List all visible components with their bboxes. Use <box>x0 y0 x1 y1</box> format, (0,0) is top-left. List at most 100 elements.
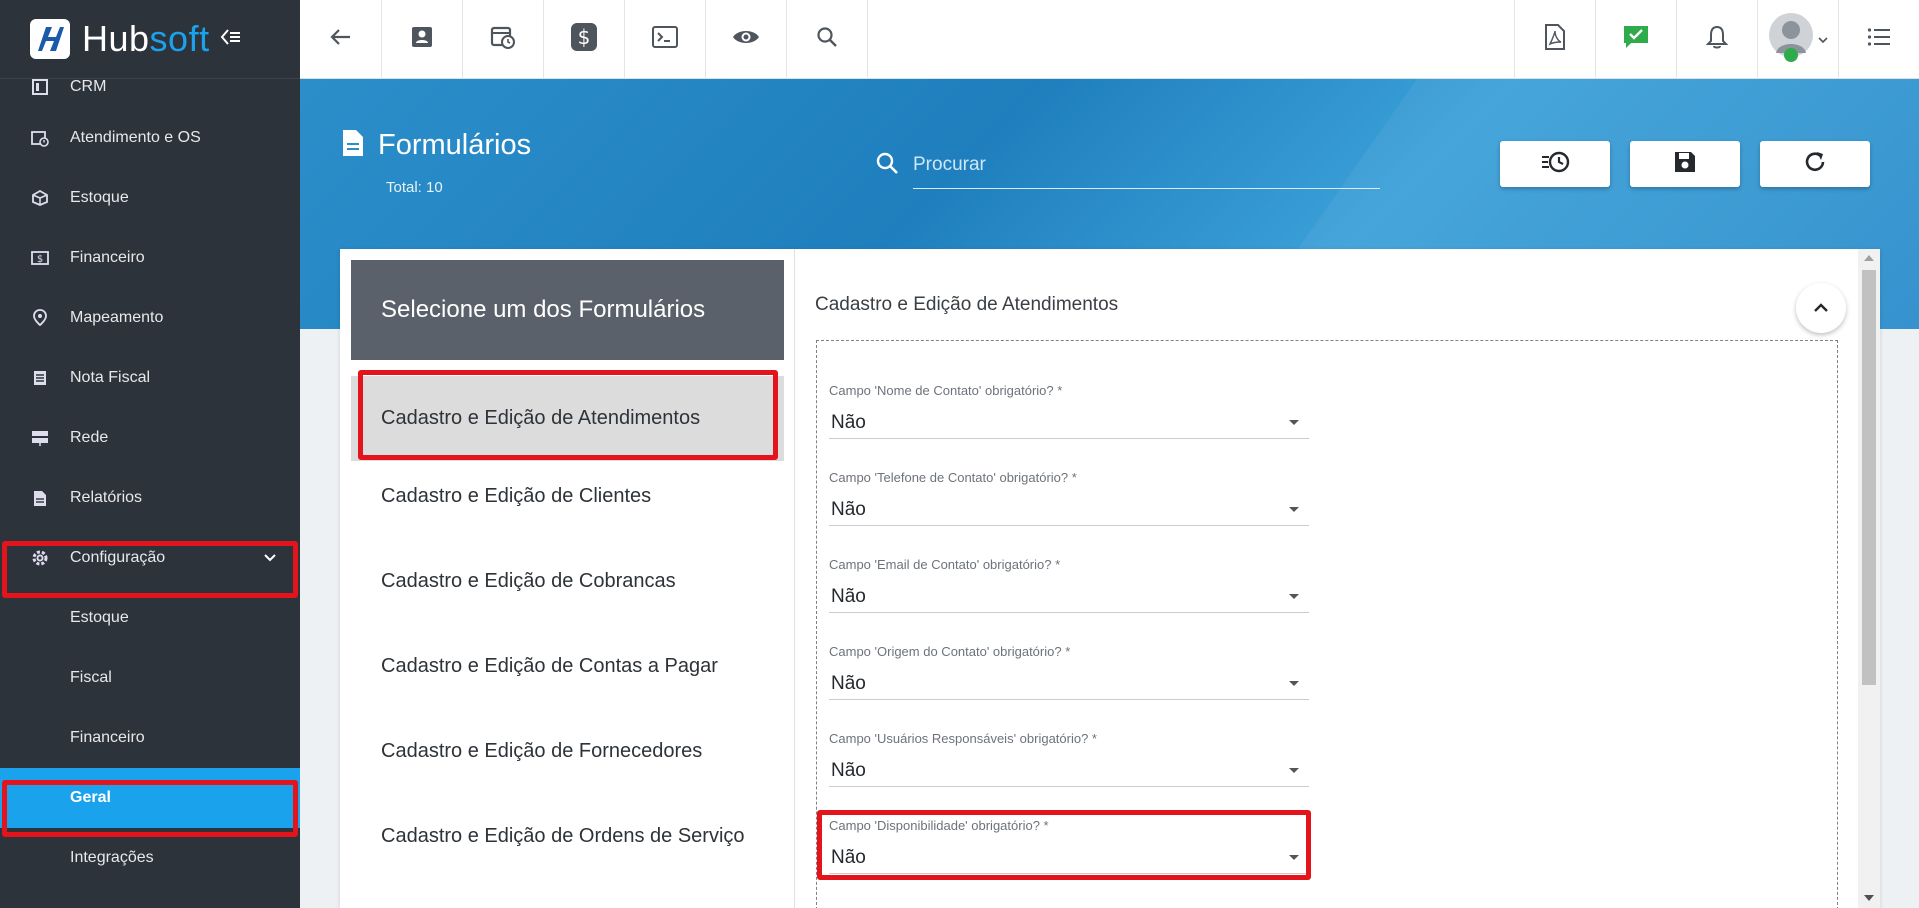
caret-down-icon <box>1289 594 1299 599</box>
sidebar-item-mapeamento[interactable]: Mapeamento <box>0 288 300 348</box>
select-value: Não <box>831 846 866 868</box>
sidebar-subitem-integracoes[interactable]: Integrações <box>0 828 300 888</box>
form-item-contas-pagar[interactable]: Cadastro e Edição de Contas a Pagar <box>351 624 784 709</box>
document-icon <box>342 129 364 162</box>
sidebar-subitem-geral[interactable]: Geral <box>0 768 300 828</box>
scroll-down-icon[interactable] <box>1864 895 1874 901</box>
select-value: Não <box>831 585 866 607</box>
forms-list-title: Selecione um dos Formulários <box>351 260 784 360</box>
sidebar-item-label: Financeiro <box>70 249 145 266</box>
refresh-button[interactable] <box>1760 141 1870 187</box>
sidebar-item-crm[interactable]: CRM <box>0 77 300 97</box>
crm-board-icon <box>30 77 50 97</box>
list-menu-button[interactable] <box>1838 0 1919 79</box>
form-item-ordens-servico[interactable]: Cadastro e Edição de Ordens de Serviço <box>351 794 784 879</box>
pdf-button[interactable] <box>1514 0 1595 79</box>
sidebar-item-rede[interactable]: Rede <box>0 408 300 468</box>
caret-down-icon <box>1289 420 1299 425</box>
hubsoft-logo-icon[interactable] <box>30 19 70 59</box>
notifications-button[interactable] <box>1676 0 1757 79</box>
contacts-button[interactable] <box>382 0 463 79</box>
form-detail-title: Cadastro e Edição de Atendimentos <box>815 294 1119 315</box>
field-label: Campo 'Origem do Contato' obrigatório? * <box>829 644 1071 659</box>
box-icon <box>30 188 50 208</box>
sidebar-subitem-label: Geral <box>70 789 111 806</box>
search-bar <box>875 141 1380 189</box>
view-button[interactable] <box>706 0 787 79</box>
topbar: $ <box>300 0 1919 79</box>
sidebar-item-label: CRM <box>70 78 107 95</box>
fields-container: Campo 'Nome de Contato' obrigatório? * N… <box>816 340 1838 908</box>
sidebar-item-atendimento[interactable]: Atendimento e OS <box>0 108 300 168</box>
field-label: Campo 'Usuários Responsáveis' obrigatóri… <box>829 731 1097 746</box>
brand-name: Hubsoft <box>82 18 210 60</box>
field-label: Campo 'Email de Contato' obrigatório? * <box>829 557 1061 572</box>
tasks-button[interactable] <box>1595 0 1676 79</box>
eye-icon <box>732 28 760 51</box>
svg-text:$: $ <box>578 25 591 49</box>
back-button[interactable] <box>300 0 382 79</box>
sidebar-subitem-financeiro[interactable]: Financeiro <box>0 708 300 768</box>
dollar-icon: $ <box>570 22 598 57</box>
sidebar-item-configuracao[interactable]: Configuração <box>0 528 300 588</box>
field-label: Campo 'Disponibilidade' obrigatório? * <box>829 818 1049 833</box>
topbar-right <box>1514 0 1919 79</box>
money-icon: $ <box>30 248 50 268</box>
brand-name-soft: soft <box>149 18 210 59</box>
email-contato-select[interactable]: Não <box>829 581 1309 613</box>
save-button[interactable] <box>1630 141 1740 187</box>
collapse-menu-icon[interactable] <box>220 26 242 52</box>
sidebar-item-label: Nota Fiscal <box>70 369 151 386</box>
terminal-button[interactable] <box>625 0 706 79</box>
search-underline <box>913 188 1380 189</box>
page-title: Formulários <box>342 129 531 162</box>
caret-down-icon <box>1289 855 1299 860</box>
caret-down-icon <box>1289 768 1299 773</box>
field-label: Campo 'Nome de Contato' obrigatório? * <box>829 383 1063 398</box>
scrollbar[interactable] <box>1858 249 1880 908</box>
sidebar-subitem-estoque[interactable]: Estoque <box>0 588 300 648</box>
invoice-icon <box>30 368 50 388</box>
forms-card: Selecione um dos Formulários Cadastro e … <box>340 249 1880 908</box>
form-item-atendimentos[interactable]: Cadastro e Edição de Atendimentos <box>351 376 784 461</box>
floppy-disk-icon <box>1674 151 1696 178</box>
user-menu-button[interactable] <box>1757 0 1838 79</box>
bell-icon <box>1705 25 1729 54</box>
form-item-clientes[interactable]: Cadastro e Edição de Clientes <box>351 454 784 539</box>
history-button[interactable] <box>1500 141 1610 187</box>
field-disponibilidade: Campo 'Disponibilidade' obrigatório? * N… <box>829 818 1309 874</box>
sidebar-item-estoque[interactable]: Estoque <box>0 168 300 228</box>
field-email-contato: Campo 'Email de Contato' obrigatório? * … <box>829 557 1309 613</box>
list-icon <box>1867 27 1891 52</box>
field-telefone-contato: Campo 'Telefone de Contato' obrigatório?… <box>829 470 1309 526</box>
search-input[interactable] <box>913 154 1373 176</box>
sidebar-item-nota-fiscal[interactable]: Nota Fiscal <box>0 348 300 408</box>
disponibilidade-select[interactable]: Não <box>829 842 1309 874</box>
sidebar-item-financeiro[interactable]: $ Financeiro <box>0 228 300 288</box>
form-item-fornecedores[interactable]: Cadastro e Edição de Fornecedores <box>351 709 784 794</box>
search-icon <box>816 26 838 53</box>
field-usuarios-responsaveis: Campo 'Usuários Responsáveis' obrigatóri… <box>829 731 1309 787</box>
caret-down-icon <box>1289 681 1299 686</box>
sidebar-item-label: Estoque <box>70 189 129 206</box>
collapse-button[interactable] <box>1796 283 1846 333</box>
finance-button[interactable]: $ <box>544 0 625 79</box>
history-clock-icon <box>1540 150 1570 179</box>
scroll-up-icon[interactable] <box>1864 255 1874 261</box>
search-icon <box>875 151 899 180</box>
search-button[interactable] <box>787 0 868 79</box>
schedule-button[interactable] <box>463 0 544 79</box>
report-icon <box>30 488 50 508</box>
sidebar-item-label: Mapeamento <box>70 309 164 326</box>
select-value: Não <box>831 672 866 694</box>
scroll-thumb[interactable] <box>1862 270 1876 685</box>
arrow-left-icon <box>329 28 352 51</box>
sidebar-item-relatorios[interactable]: Relatórios <box>0 468 300 528</box>
origem-contato-select[interactable]: Não <box>829 668 1309 700</box>
telefone-contato-select[interactable]: Não <box>829 494 1309 526</box>
usuarios-responsaveis-select[interactable]: Não <box>829 755 1309 787</box>
form-item-cobrancas[interactable]: Cadastro e Edição de Cobrancas <box>351 539 784 624</box>
sidebar-subitem-fiscal[interactable]: Fiscal <box>0 648 300 708</box>
sidebar-subitem-label: Fiscal <box>70 669 112 686</box>
nome-contato-select[interactable]: Não <box>829 407 1309 439</box>
